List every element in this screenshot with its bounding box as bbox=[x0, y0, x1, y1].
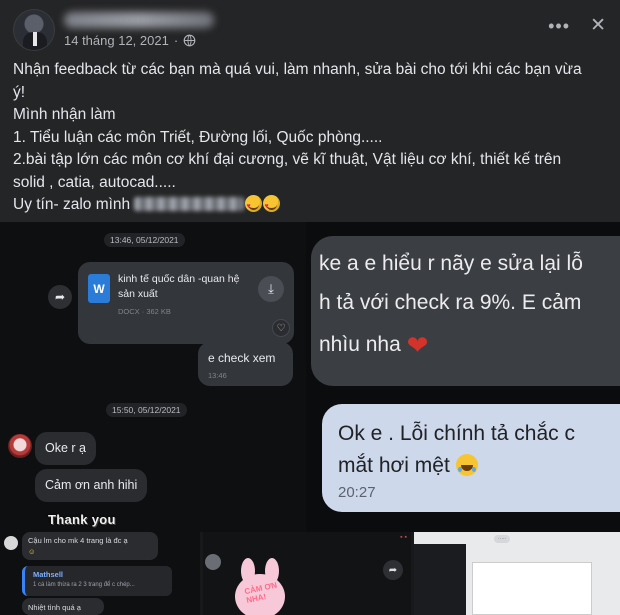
post-line: 1. Tiểu luận các môn Triết, Đường lối, Q… bbox=[13, 128, 383, 146]
quote-text: 1 cá làm thừa ra 2 3 trang để c chép... bbox=[33, 582, 135, 588]
post-line: solid , catia, autocad..... bbox=[13, 173, 176, 191]
incoming-message[interactable]: Cảm ơn anh hihi bbox=[35, 469, 148, 502]
message-time: 20:27 bbox=[338, 484, 376, 501]
red-heart-icon: ❤ bbox=[406, 330, 429, 360]
post-line: Nhận feedback từ các bạn mà quá vui, làm… bbox=[13, 61, 582, 78]
thank-you-sticker[interactable]: Thank you bbox=[48, 512, 116, 527]
status-icons: ▪ ▪ bbox=[400, 534, 407, 541]
quote-author: Mathsell bbox=[33, 570, 64, 579]
message-text: e check xem bbox=[208, 351, 276, 365]
chat-timestamp-pill: ····· bbox=[494, 535, 511, 543]
smile-emoji-icon: ☺ bbox=[28, 547, 36, 556]
phone-number-blurred bbox=[134, 197, 245, 211]
download-icon[interactable]: ⤓ bbox=[258, 276, 284, 302]
heart-reaction-icon[interactable]: ♡ bbox=[272, 319, 290, 337]
document-preview bbox=[472, 562, 592, 615]
globe-icon bbox=[183, 34, 196, 47]
screen-preview bbox=[414, 544, 466, 615]
message-line: mắt hơi mệt bbox=[338, 454, 450, 477]
author-avatar[interactable] bbox=[13, 9, 55, 51]
more-options-icon[interactable]: ••• bbox=[548, 16, 570, 37]
file-attachment[interactable]: W kinh tế quốc dân -quan hệ sản xuất DOC… bbox=[78, 262, 294, 344]
contact-prefix: Uy tín- zalo mình bbox=[13, 196, 131, 213]
forward-icon[interactable]: ➦ bbox=[48, 285, 72, 309]
post-line: Mình nhận làm bbox=[13, 106, 116, 123]
chat-screenshot-right: ke a e hiểu r nãy e sửa lại lỗ h tả với … bbox=[306, 222, 620, 532]
chat-screenshot-left: 13:46, 05/12/2021 ➦ W kinh tế quốc dân -… bbox=[0, 222, 306, 532]
outgoing-message-large[interactable]: Ok e . Lỗi chính tả chắc c mắt hơi mệt 2… bbox=[322, 404, 620, 512]
quoted-reply: Mathsell 1 cá làm thừa ra 2 3 trang để c… bbox=[22, 566, 172, 596]
contact-avatar bbox=[4, 536, 18, 550]
incoming-message: Cậu lm cho mk 4 trang là đc ạ ☺ bbox=[22, 532, 158, 560]
message-text: Cậu lm cho mk 4 trang là đc ạ bbox=[28, 536, 128, 545]
post-meta: 14 tháng 12, 2021 · bbox=[64, 33, 196, 48]
facebook-post: 14 tháng 12, 2021 · ••• ✕ Nhận feedback … bbox=[0, 0, 620, 222]
thumbnail-screenshot-3[interactable]: ····· bbox=[414, 532, 620, 615]
file-name: kinh tế quốc dân -quan hệ sản xuất bbox=[118, 273, 240, 300]
bunny-sticker-icon: CẢM ƠN NHA! bbox=[225, 554, 295, 615]
message-line: Ok e . Lỗi chính tả chắc c bbox=[338, 422, 575, 445]
author-name-blurred[interactable] bbox=[64, 12, 214, 28]
message-line-last: nhìu nha ❤ bbox=[319, 330, 428, 361]
thumbnail-chat-2[interactable]: ▪ ▪ CẢM ƠN NHA! ➦ bbox=[203, 532, 411, 615]
message-time: 13:46 bbox=[208, 371, 227, 380]
close-icon[interactable]: ✕ bbox=[590, 14, 606, 37]
post-body: Nhận feedback từ các bạn mà quá vui, làm… bbox=[13, 59, 611, 219]
incoming-message[interactable]: Oke r ạ bbox=[35, 432, 96, 465]
forward-icon: ➦ bbox=[383, 560, 403, 580]
message-text: Nhiệt tình quá ạ bbox=[28, 603, 81, 612]
post-date[interactable]: 14 tháng 12, 2021 bbox=[64, 33, 169, 48]
contact-avatar bbox=[205, 554, 221, 570]
contact-avatar[interactable] bbox=[8, 434, 32, 458]
message-line-last: mắt hơi mệt bbox=[338, 454, 478, 478]
incoming-message-large[interactable]: ke a e hiểu r nãy e sửa lại lỗ h tả với … bbox=[311, 236, 620, 386]
file-meta: DOCX · 362 KB bbox=[118, 307, 171, 316]
post-line: ý! bbox=[13, 83, 26, 101]
post-line-contact: Uy tín- zalo mình bbox=[13, 194, 611, 219]
incoming-message: Nhiệt tình quá ạ bbox=[22, 598, 104, 615]
heart-eyes-emoji-icon bbox=[263, 195, 281, 219]
message-line: h tả với check ra 9%. E cảm bbox=[319, 291, 582, 314]
message-line: ke a e hiểu r nãy e sửa lại lỗ bbox=[319, 252, 583, 275]
thumbnail-chat-1[interactable]: Cậu lm cho mk 4 trang là đc ạ ☺ Mathsell… bbox=[0, 532, 200, 615]
outgoing-message[interactable]: e check xem 13:46 bbox=[198, 342, 293, 386]
chat-timestamp: 15:50, 05/12/2021 bbox=[106, 403, 187, 417]
chat-timestamp: 13:46, 05/12/2021 bbox=[104, 233, 185, 247]
message-line: nhìu nha bbox=[319, 333, 401, 356]
laughing-emoji-icon bbox=[455, 454, 478, 476]
post-line: 2.bài tập lớn các môn cơ khí đại cương, … bbox=[13, 151, 562, 168]
word-document-icon: W bbox=[88, 274, 110, 303]
heart-eyes-emoji-icon bbox=[245, 195, 263, 219]
